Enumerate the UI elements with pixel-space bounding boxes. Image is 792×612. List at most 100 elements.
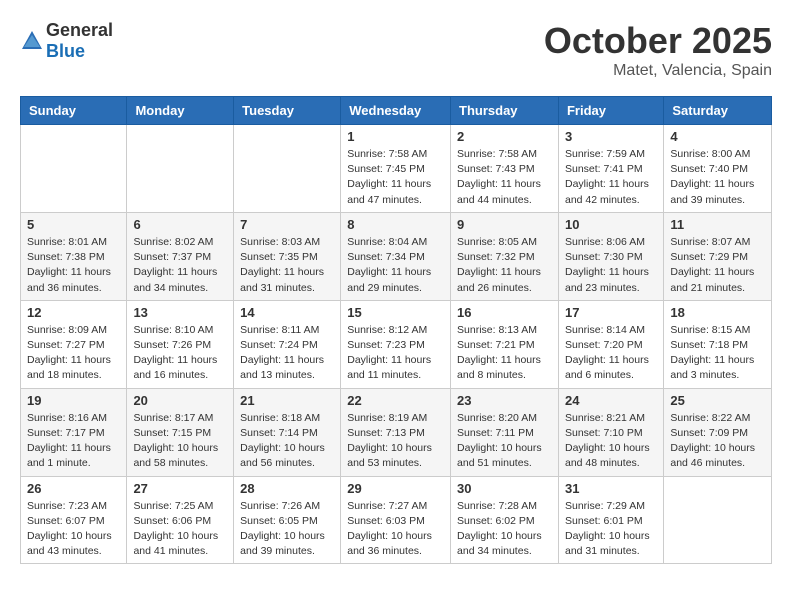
calendar-day-cell: 2 Sunrise: 7:58 AM Sunset: 7:43 PM Daylig… bbox=[451, 125, 559, 213]
day-info: Sunrise: 8:09 AM Sunset: 7:27 PM Dayligh… bbox=[27, 323, 120, 384]
calendar-day-cell: 18 Sunrise: 8:15 AM Sunset: 7:18 PM Dayli… bbox=[664, 300, 772, 388]
day-info: Sunrise: 8:07 AM Sunset: 7:29 PM Dayligh… bbox=[670, 235, 765, 296]
day-number: 11 bbox=[670, 217, 765, 232]
day-info: Sunrise: 8:05 AM Sunset: 7:32 PM Dayligh… bbox=[457, 235, 552, 296]
calendar-day-cell: 30Sunrise: 7:28 AM Sunset: 6:02 PM Dayli… bbox=[451, 476, 559, 564]
day-info: Sunrise: 8:11 AM Sunset: 7:24 PM Dayligh… bbox=[240, 323, 334, 384]
day-info: Sunrise: 7:29 AM Sunset: 6:01 PM Dayligh… bbox=[565, 499, 657, 560]
logo: General Blue bbox=[20, 20, 113, 62]
day-number: 19 bbox=[27, 393, 120, 408]
logo-blue: Blue bbox=[46, 41, 85, 61]
day-number: 10 bbox=[565, 217, 657, 232]
day-info: Sunrise: 8:03 AM Sunset: 7:35 PM Dayligh… bbox=[240, 235, 334, 296]
calendar-day-cell: 15 Sunrise: 8:12 AM Sunset: 7:23 PM Dayli… bbox=[341, 300, 451, 388]
calendar-week-row: 26 Sunrise: 7:23 AM Sunset: 6:07 PM Dayli… bbox=[21, 476, 772, 564]
weekday-label: Monday bbox=[127, 97, 234, 125]
title-block: October 2025 Matet, Valencia, Spain bbox=[544, 20, 772, 80]
day-number: 30 bbox=[457, 481, 552, 496]
day-number: 26 bbox=[27, 481, 120, 496]
weekday-header-row: SundayMondayTuesdayWednesdayThursdayFrid… bbox=[21, 97, 772, 125]
calendar-day-cell bbox=[664, 476, 772, 564]
day-number: 1 bbox=[347, 129, 444, 144]
calendar-day-cell: 25 Sunrise: 8:22 AM Sunset: 7:09 PM Dayli… bbox=[664, 388, 772, 476]
day-number: 27 bbox=[133, 481, 227, 496]
calendar-day-cell: 1Sunrise: 7:58 AM Sunset: 7:45 PM Daylig… bbox=[341, 125, 451, 213]
calendar-day-cell: 4 Sunrise: 8:00 AM Sunset: 7:40 PM Daylig… bbox=[664, 125, 772, 213]
day-number: 15 bbox=[347, 305, 444, 320]
calendar-day-cell bbox=[21, 125, 127, 213]
day-info: Sunrise: 8:17 AM Sunset: 7:15 PM Dayligh… bbox=[133, 411, 227, 472]
calendar-day-cell: 28Sunrise: 7:26 AM Sunset: 6:05 PM Dayli… bbox=[234, 476, 341, 564]
calendar-day-cell: 11 Sunrise: 8:07 AM Sunset: 7:29 PM Dayli… bbox=[664, 212, 772, 300]
calendar-day-cell: 29Sunrise: 7:27 AM Sunset: 6:03 PM Dayli… bbox=[341, 476, 451, 564]
day-number: 16 bbox=[457, 305, 552, 320]
day-info: Sunrise: 8:22 AM Sunset: 7:09 PM Dayligh… bbox=[670, 411, 765, 472]
day-info: Sunrise: 8:14 AM Sunset: 7:20 PM Dayligh… bbox=[565, 323, 657, 384]
day-info: Sunrise: 7:27 AM Sunset: 6:03 PM Dayligh… bbox=[347, 499, 444, 560]
calendar-week-row: 19 Sunrise: 8:16 AM Sunset: 7:17 PM Dayli… bbox=[21, 388, 772, 476]
calendar-week-row: 12Sunrise: 8:09 AM Sunset: 7:27 PM Dayli… bbox=[21, 300, 772, 388]
calendar-day-cell: 8 Sunrise: 8:04 AM Sunset: 7:34 PM Daylig… bbox=[341, 212, 451, 300]
day-number: 28 bbox=[240, 481, 334, 496]
calendar-day-cell: 24Sunrise: 8:21 AM Sunset: 7:10 PM Dayli… bbox=[558, 388, 663, 476]
calendar-table: SundayMondayTuesdayWednesdayThursdayFrid… bbox=[20, 96, 772, 564]
weekday-label: Friday bbox=[558, 97, 663, 125]
calendar-day-cell: 5 Sunrise: 8:01 AM Sunset: 7:38 PM Daylig… bbox=[21, 212, 127, 300]
calendar-day-cell: 26 Sunrise: 7:23 AM Sunset: 6:07 PM Dayli… bbox=[21, 476, 127, 564]
page-header: General Blue October 2025 Matet, Valenci… bbox=[20, 20, 772, 80]
day-info: Sunrise: 8:16 AM Sunset: 7:17 PM Dayligh… bbox=[27, 411, 120, 472]
calendar-day-cell: 10Sunrise: 8:06 AM Sunset: 7:30 PM Dayli… bbox=[558, 212, 663, 300]
weekday-label: Saturday bbox=[664, 97, 772, 125]
day-info: Sunrise: 8:02 AM Sunset: 7:37 PM Dayligh… bbox=[133, 235, 227, 296]
calendar-week-row: 1Sunrise: 7:58 AM Sunset: 7:45 PM Daylig… bbox=[21, 125, 772, 213]
day-number: 21 bbox=[240, 393, 334, 408]
calendar-week-row: 5 Sunrise: 8:01 AM Sunset: 7:38 PM Daylig… bbox=[21, 212, 772, 300]
calendar-day-cell: 22Sunrise: 8:19 AM Sunset: 7:13 PM Dayli… bbox=[341, 388, 451, 476]
day-number: 4 bbox=[670, 129, 765, 144]
day-info: Sunrise: 8:10 AM Sunset: 7:26 PM Dayligh… bbox=[133, 323, 227, 384]
day-number: 2 bbox=[457, 129, 552, 144]
calendar-day-cell bbox=[127, 125, 234, 213]
weekday-label: Wednesday bbox=[341, 97, 451, 125]
day-number: 25 bbox=[670, 393, 765, 408]
calendar-day-cell: 21 Sunrise: 8:18 AM Sunset: 7:14 PM Dayli… bbox=[234, 388, 341, 476]
calendar-day-cell: 27 Sunrise: 7:25 AM Sunset: 6:06 PM Dayli… bbox=[127, 476, 234, 564]
day-number: 9 bbox=[457, 217, 552, 232]
day-info: Sunrise: 7:59 AM Sunset: 7:41 PM Dayligh… bbox=[565, 147, 657, 208]
day-number: 14 bbox=[240, 305, 334, 320]
calendar-day-cell: 7 Sunrise: 8:03 AM Sunset: 7:35 PM Daylig… bbox=[234, 212, 341, 300]
day-info: Sunrise: 8:19 AM Sunset: 7:13 PM Dayligh… bbox=[347, 411, 444, 472]
calendar-day-cell: 16Sunrise: 8:13 AM Sunset: 7:21 PM Dayli… bbox=[451, 300, 559, 388]
day-number: 17 bbox=[565, 305, 657, 320]
day-info: Sunrise: 7:23 AM Sunset: 6:07 PM Dayligh… bbox=[27, 499, 120, 560]
day-info: Sunrise: 8:20 AM Sunset: 7:11 PM Dayligh… bbox=[457, 411, 552, 472]
day-number: 31 bbox=[565, 481, 657, 496]
day-number: 18 bbox=[670, 305, 765, 320]
calendar-day-cell: 31 Sunrise: 7:29 AM Sunset: 6:01 PM Dayli… bbox=[558, 476, 663, 564]
location: Matet, Valencia, Spain bbox=[544, 62, 772, 80]
day-info: Sunrise: 8:12 AM Sunset: 7:23 PM Dayligh… bbox=[347, 323, 444, 384]
day-info: Sunrise: 8:18 AM Sunset: 7:14 PM Dayligh… bbox=[240, 411, 334, 472]
general-blue-icon bbox=[20, 29, 44, 53]
day-number: 5 bbox=[27, 217, 120, 232]
day-number: 24 bbox=[565, 393, 657, 408]
day-info: Sunrise: 7:25 AM Sunset: 6:06 PM Dayligh… bbox=[133, 499, 227, 560]
calendar-day-cell: 12Sunrise: 8:09 AM Sunset: 7:27 PM Dayli… bbox=[21, 300, 127, 388]
day-number: 8 bbox=[347, 217, 444, 232]
weekday-label: Sunday bbox=[21, 97, 127, 125]
day-info: Sunrise: 8:00 AM Sunset: 7:40 PM Dayligh… bbox=[670, 147, 765, 208]
calendar-day-cell: 9 Sunrise: 8:05 AM Sunset: 7:32 PM Daylig… bbox=[451, 212, 559, 300]
day-number: 13 bbox=[133, 305, 227, 320]
day-number: 6 bbox=[133, 217, 227, 232]
day-number: 20 bbox=[133, 393, 227, 408]
calendar-day-cell: 19 Sunrise: 8:16 AM Sunset: 7:17 PM Dayli… bbox=[21, 388, 127, 476]
day-info: Sunrise: 8:04 AM Sunset: 7:34 PM Dayligh… bbox=[347, 235, 444, 296]
calendar-day-cell: 23 Sunrise: 8:20 AM Sunset: 7:11 PM Dayli… bbox=[451, 388, 559, 476]
day-number: 7 bbox=[240, 217, 334, 232]
logo-general: General bbox=[46, 20, 113, 40]
day-info: Sunrise: 8:15 AM Sunset: 7:18 PM Dayligh… bbox=[670, 323, 765, 384]
day-number: 23 bbox=[457, 393, 552, 408]
day-info: Sunrise: 7:58 AM Sunset: 7:43 PM Dayligh… bbox=[457, 147, 552, 208]
weekday-label: Tuesday bbox=[234, 97, 341, 125]
day-info: Sunrise: 8:01 AM Sunset: 7:38 PM Dayligh… bbox=[27, 235, 120, 296]
